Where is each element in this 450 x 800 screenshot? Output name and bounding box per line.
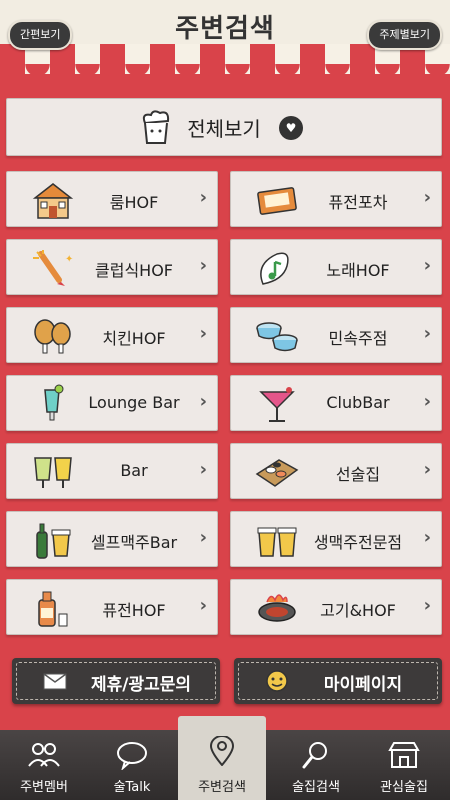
- tab-favorite-bars[interactable]: 관심술집: [360, 730, 448, 800]
- martini-icon: [259, 387, 295, 422]
- header: 주변검색 간편보기 주제별보기: [0, 0, 450, 78]
- house-icon: [32, 183, 74, 219]
- mypage-button[interactable]: 마이페이지: [234, 658, 442, 704]
- chevron-right-icon: ›: [423, 459, 431, 480]
- heart-icon: ♥: [279, 116, 303, 140]
- liquor-bottle-icon: [38, 591, 68, 627]
- location-pin-icon: [209, 736, 235, 766]
- view-all-label: 전체보기: [187, 117, 261, 141]
- sign-icon: [257, 187, 297, 215]
- view-all-button[interactable]: 전체보기 ♥: [6, 98, 442, 156]
- category-folk-bar[interactable]: 민속주점 ›: [230, 307, 442, 363]
- category-label: 고기&HOF: [320, 601, 396, 620]
- category-label: 선술집: [335, 465, 381, 484]
- beer-glasses-icon: [34, 457, 72, 488]
- avatar-icon: [266, 670, 288, 692]
- chevron-right-icon: ›: [199, 527, 207, 548]
- grill-icon: [258, 594, 296, 622]
- chicken-icon: [34, 319, 71, 354]
- chevron-right-icon: ›: [199, 323, 207, 344]
- chevron-right-icon: ›: [199, 459, 207, 480]
- theme-view-button[interactable]: 주제별보기: [367, 20, 442, 50]
- category-label: 노래HOF: [326, 261, 390, 280]
- mypage-label: 마이페이지: [323, 675, 403, 695]
- category-label: 치킨HOF: [102, 329, 166, 348]
- store-icon: [388, 742, 420, 768]
- chevron-right-icon: ›: [423, 391, 431, 412]
- category-lounge-bar[interactable]: Lounge Bar ›: [6, 375, 218, 431]
- category-bar[interactable]: Bar ›: [6, 443, 218, 499]
- category-chicken-hof[interactable]: 치킨HOF ›: [6, 307, 218, 363]
- search-icon: [302, 742, 327, 769]
- category-room-hof[interactable]: 룸HOF ›: [6, 171, 218, 227]
- beer-bottle-icon: [36, 523, 71, 559]
- category-label: 퓨전HOF: [102, 601, 166, 620]
- bottom-tab-bar: 주변멤버 술Talk 주변검색 술집검색 관심술집: [0, 716, 450, 800]
- category-label: 생맥주전문점: [313, 533, 403, 552]
- chevron-right-icon: ›: [423, 595, 431, 616]
- bowls-icon: [256, 322, 298, 352]
- category-label: Bar: [120, 461, 148, 480]
- sushi-icon: [255, 459, 299, 487]
- category-area: 전체보기 ♥ 룸HOF › 퓨전포차 › ✦ 클럽식HOF › 노래HOF › …: [0, 80, 450, 725]
- tab-sul-talk[interactable]: 술Talk: [88, 730, 176, 800]
- chevron-right-icon: ›: [423, 255, 431, 276]
- cocktail-glass-icon: [44, 384, 64, 421]
- category-meat-hof[interactable]: 고기&HOF ›: [230, 579, 442, 635]
- tab-nearby-search[interactable]: 주변검색: [178, 716, 266, 800]
- category-club-hof[interactable]: ✦ 클럽식HOF ›: [6, 239, 218, 295]
- category-fusion-pocha[interactable]: 퓨전포차 ›: [230, 171, 442, 227]
- chevron-right-icon: ›: [423, 187, 431, 208]
- category-label: 셀프맥주Bar: [90, 533, 178, 552]
- people-icon: [28, 743, 60, 767]
- tab-label: 주변멤버: [20, 780, 68, 795]
- category-pub[interactable]: 선술집 ›: [230, 443, 442, 499]
- music-note-icon: [260, 252, 289, 285]
- partnership-inquiry-button[interactable]: 제휴/광고문의: [12, 658, 220, 704]
- category-club-bar[interactable]: ClubBar ›: [230, 375, 442, 431]
- chevron-right-icon: ›: [423, 527, 431, 548]
- chat-icon: [117, 742, 147, 770]
- tab-nearby-members[interactable]: 주변멤버: [0, 730, 88, 800]
- category-karaoke-hof[interactable]: 노래HOF ›: [230, 239, 442, 295]
- category-label: 클럽식HOF: [95, 261, 173, 280]
- category-label: 룸HOF: [109, 193, 159, 212]
- category-label: 민속주점: [328, 329, 388, 348]
- tab-label: 주변검색: [198, 780, 246, 795]
- chevron-right-icon: ›: [423, 323, 431, 344]
- chevron-right-icon: ›: [199, 187, 207, 208]
- envelope-icon: [43, 673, 67, 690]
- chevron-right-icon: ›: [199, 595, 207, 616]
- tab-label: 술Talk: [113, 780, 151, 795]
- category-fusion-hof[interactable]: 퓨전HOF ›: [6, 579, 218, 635]
- partnership-label: 제휴/광고문의: [90, 675, 192, 695]
- tab-label: 관심술집: [380, 780, 428, 795]
- category-label: ClubBar: [326, 393, 390, 412]
- category-label: 퓨전포차: [328, 193, 388, 212]
- svg-text:✦: ✦: [65, 254, 73, 265]
- simple-view-button[interactable]: 간편보기: [8, 20, 73, 50]
- firework-icon: ✦: [33, 250, 73, 286]
- draft-beer-icon: [257, 527, 297, 557]
- category-self-beer-bar[interactable]: 셀프맥주Bar ›: [6, 511, 218, 567]
- tab-label: 술집검색: [292, 780, 340, 795]
- tab-bar-search[interactable]: 술집검색: [272, 730, 360, 800]
- chevron-right-icon: ›: [199, 255, 207, 276]
- chevron-right-icon: ›: [199, 391, 207, 412]
- category-draft-beer[interactable]: 생맥주전문점 ›: [230, 511, 442, 567]
- awning-scallop: [0, 64, 450, 78]
- category-label: Lounge Bar: [88, 393, 180, 412]
